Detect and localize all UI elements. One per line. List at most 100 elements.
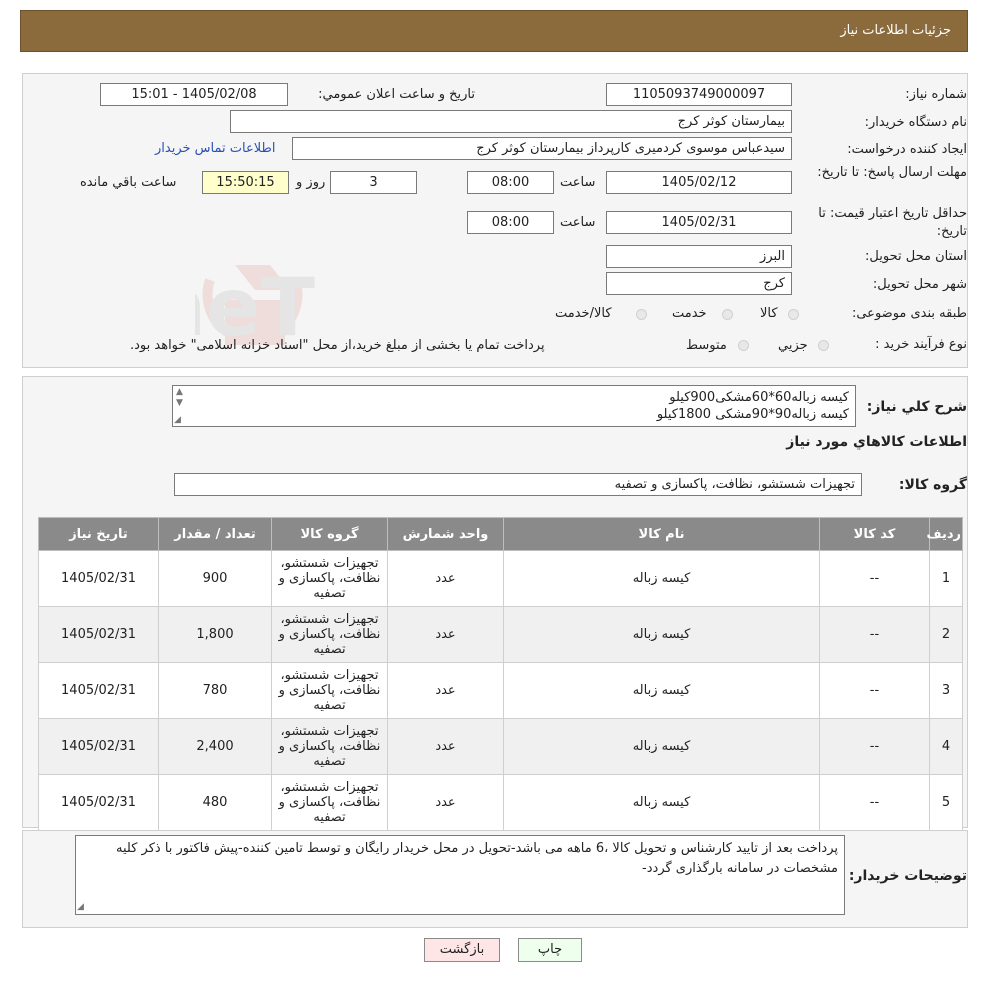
cell-code: -- (819, 662, 930, 719)
deadline-time-field: 08:00 (467, 171, 554, 194)
requester-field: سیدعباس موسوی کردمیری کارپرداز بیمارستان… (292, 137, 792, 160)
cell-code: -- (819, 550, 930, 607)
city-field: کرج (606, 272, 792, 295)
validity-label: حداقل تاريخ اعتبار قيمت: تا تاريخ: (818, 206, 967, 239)
col-header-date: تاريخ نياز (38, 517, 159, 551)
cell-row: 3 (929, 662, 963, 719)
validity-date-field: 1405/02/31 (606, 211, 792, 234)
table-row: 1 -- کیسه زباله عدد تجهیزات شستشو، نظافت… (38, 550, 963, 607)
cell-qty: 2,400 (158, 718, 272, 775)
summary-line-2: کیسه زباله90*90مشکی 1800کیلو (656, 407, 849, 422)
cell-date: 1405/02/31 (38, 550, 159, 607)
cell-row: 2 (929, 606, 963, 663)
page-header: جزئیات اطلاعات نیاز (20, 10, 968, 52)
cell-code: -- (819, 718, 930, 775)
remaining-label: ساعت باقي مانده (80, 175, 177, 190)
notes-text: پرداخت بعد از تایید کارشناس و تحویل کالا… (116, 841, 838, 876)
process-radio-minor[interactable] (818, 340, 829, 351)
province-field: البرز (606, 245, 792, 268)
page-title: جزئیات اطلاعات نیاز (840, 23, 951, 38)
cell-unit: عدد (387, 550, 504, 607)
notes-textarea[interactable]: پرداخت بعد از تایید کارشناس و تحویل کالا… (75, 835, 845, 915)
buyer-field: بیمارستان کوثر کرج (230, 110, 792, 133)
cell-name: کیسه زباله (503, 662, 820, 719)
process-option-minor: جزيي (778, 338, 808, 353)
announce-field: 1405/02/08 - 15:01 (100, 83, 288, 106)
resize-grip-icon[interactable]: ◢ (174, 415, 181, 425)
cell-unit: عدد (387, 774, 504, 831)
cell-group: تجهیزات شستشو، نظافت، پاکسازی و تصفیه (271, 550, 388, 607)
goods-section-title: اطلاعات كالاهاي مورد نياز (786, 434, 967, 450)
remaining-time-field: 15:50:15 (202, 171, 289, 194)
summary-textarea[interactable]: کیسه زباله60*60مشکی900کیلو کیسه زباله90*… (172, 385, 856, 427)
table-row: 4 -- کیسه زباله عدد تجهیزات شستشو، نظافت… (38, 718, 963, 775)
cell-qty: 1,800 (158, 606, 272, 663)
print-button[interactable]: چاپ (518, 938, 582, 962)
need-number-label: شماره نیاز: (905, 87, 967, 102)
cell-row: 1 (929, 550, 963, 607)
category-option-service: خدمت (672, 306, 707, 321)
announce-label: تاريخ و ساعت اعلان عمومي: (318, 87, 475, 102)
back-button[interactable]: بازگشت (424, 938, 500, 962)
days-label: روز و (296, 175, 326, 190)
requester-label: ايجاد کننده درخواست: (847, 142, 967, 157)
city-label: شهر محل تحويل: (872, 277, 967, 292)
notes-label: توضيحات خريدار: (848, 868, 967, 884)
deadline-time-label: ساعت (560, 175, 596, 190)
cell-date: 1405/02/31 (38, 718, 159, 775)
cell-name: کیسه زباله (503, 718, 820, 775)
col-header-code: كد كالا (819, 517, 930, 551)
col-header-qty: تعداد / مقدار (158, 517, 272, 551)
cell-date: 1405/02/31 (38, 662, 159, 719)
category-radio-goods-service[interactable] (636, 309, 647, 320)
col-header-unit: واحد شمارش (387, 517, 504, 551)
col-header-row: رديف (926, 517, 963, 551)
buyer-contact-link[interactable]: اطلاعات تماس خريدار (155, 141, 275, 156)
table-row: 2 -- کیسه زباله عدد تجهیزات شستشو، نظافت… (38, 606, 963, 663)
goods-table-wrapper: رديف كد كالا نام كالا واحد شمارش گروه كا… (38, 517, 963, 831)
cell-name: کیسه زباله (503, 606, 820, 663)
need-number-field: 1105093749000097 (606, 83, 792, 106)
province-label: استان محل تحويل: (865, 249, 967, 264)
scroll-up-icon[interactable]: ▲ (176, 387, 183, 397)
buyer-label: نام دستگاه خريدار: (864, 115, 967, 130)
cell-name: کیسه زباله (503, 550, 820, 607)
cell-group: تجهیزات شستشو، نظافت، پاکسازی و تصفیه (271, 774, 388, 831)
cell-qty: 900 (158, 550, 272, 607)
category-option-goods: کالا (760, 306, 778, 321)
cell-code: -- (819, 606, 930, 663)
cell-date: 1405/02/31 (38, 606, 159, 663)
cell-row: 4 (929, 718, 963, 775)
table-row: 5 -- کیسه زباله عدد تجهیزات شستشو، نظافت… (38, 774, 963, 831)
process-label: نوع فرآيند خريد : (875, 337, 967, 352)
deadline-date-field: 1405/02/12 (606, 171, 792, 194)
cell-unit: عدد (387, 606, 504, 663)
process-option-medium: متوسط (686, 338, 727, 353)
cell-date: 1405/02/31 (38, 774, 159, 831)
process-radio-medium[interactable] (738, 340, 749, 351)
cell-row: 5 (929, 774, 963, 831)
cell-group: تجهیزات شستشو، نظافت، پاکسازی و تصفیه (271, 662, 388, 719)
category-label: طبقه بندی موضوعی: (851, 306, 967, 321)
cell-qty: 780 (158, 662, 272, 719)
goods-table: رديف كد كالا نام كالا واحد شمارش گروه كا… (38, 517, 963, 831)
cell-group: تجهیزات شستشو، نظافت، پاکسازی و تصفیه (271, 718, 388, 775)
deadline-label: مهلت ارسال پاسخ: تا تاريخ: (817, 165, 967, 180)
cell-code: -- (819, 774, 930, 831)
cell-unit: عدد (387, 662, 504, 719)
cell-unit: عدد (387, 718, 504, 775)
validity-time-field: 08:00 (467, 211, 554, 234)
cell-name: کیسه زباله (503, 774, 820, 831)
summary-label: شرح كلي نياز: (866, 399, 967, 415)
cell-qty: 480 (158, 774, 272, 831)
category-radio-service[interactable] (722, 309, 733, 320)
cell-group: تجهیزات شستشو، نظافت، پاکسازی و تصفیه (271, 606, 388, 663)
table-header-row: رديف كد كالا نام كالا واحد شمارش گروه كا… (38, 517, 963, 551)
col-header-name: نام كالا (503, 517, 820, 551)
col-header-group: گروه كالا (271, 517, 388, 551)
category-option-goods-service: کالا/خدمت (555, 306, 612, 321)
category-radio-goods[interactable] (788, 309, 799, 320)
scroll-down-icon[interactable]: ▼ (176, 398, 183, 408)
goods-group-label: گروه كالا: (898, 477, 967, 493)
notes-resize-grip-icon[interactable]: ◢ (77, 902, 84, 912)
